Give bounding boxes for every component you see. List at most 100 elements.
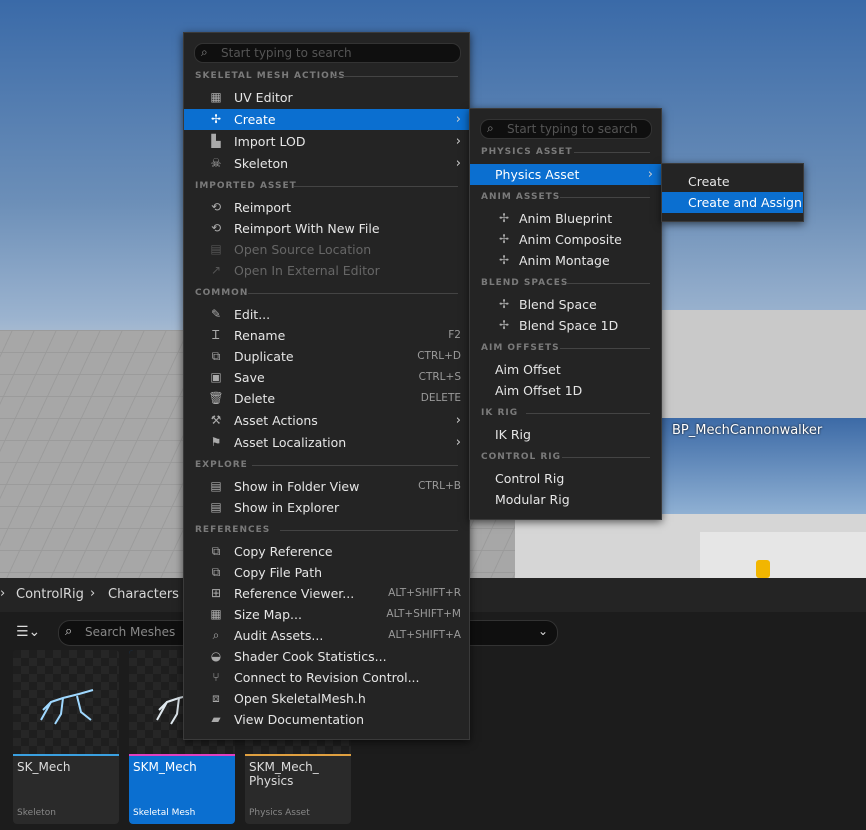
menu-item-save[interactable]: ▣ Save CTRL+S: [184, 367, 469, 388]
shortcut-label: CTRL+D: [417, 350, 461, 362]
menu-item-label: UV Editor: [234, 90, 293, 105]
preview-block: [700, 532, 866, 578]
menu-item-asset-actions[interactable]: ⚒ Asset Actions ›: [184, 410, 469, 431]
shader-icon: ◒: [210, 649, 222, 663]
menu-item-duplicate[interactable]: ⧉ Duplicate CTRL+D: [184, 346, 469, 367]
submenu-item-control-rig[interactable]: Control Rig: [470, 468, 661, 489]
anim-icon: ✢: [498, 253, 510, 267]
menu-item-open-header[interactable]: ⧈ Open SkeletalMesh.h: [184, 688, 469, 709]
menu-item-uv-editor[interactable]: ▦ UV Editor: [184, 87, 469, 108]
chevron-right-icon: ›: [90, 586, 96, 601]
asset-type-bar: [245, 754, 351, 756]
shortcut-label: ALT+SHIFT+M: [386, 608, 461, 620]
menu-item-asset-localization[interactable]: ⚑ Asset Localization ›: [184, 432, 469, 453]
submenu-search-placeholder: Start typing to search: [507, 122, 638, 136]
chevron-right-icon: ›: [455, 413, 461, 428]
menu-item-label: Asset Actions: [234, 413, 318, 428]
menu-item-show-in-folder-view[interactable]: ▤ Show in Folder View CTRL+B: [184, 476, 469, 497]
submenu-item-create[interactable]: Create: [662, 171, 803, 192]
shortcut-label: CTRL+B: [418, 480, 461, 492]
chevron-down-icon[interactable]: ⌄: [538, 624, 548, 638]
menu-item-label: Blend Space 1D: [519, 318, 619, 333]
asset-tile-sk-mech[interactable]: SK_Mech Skeleton: [13, 650, 119, 824]
menu-item-open-external-editor: ↗ Open In External Editor: [184, 260, 469, 281]
preview-object: [756, 560, 770, 578]
submenu-item-physics-asset[interactable]: Physics Asset ›: [470, 164, 661, 185]
menu-item-label: Create: [688, 174, 730, 189]
asset-type-bar: [13, 754, 119, 756]
menu-item-label: Duplicate: [234, 349, 294, 364]
wrench-icon: ⚒: [210, 413, 222, 427]
submenu-item-blend-space-1d[interactable]: ✢ Blend Space 1D: [470, 315, 661, 336]
reimport-icon: ⟲: [210, 200, 222, 214]
filter-icon[interactable]: ☰⌄: [16, 624, 40, 640]
submenu-item-anim-composite[interactable]: ✢ Anim Composite: [470, 229, 661, 250]
search-placeholder: Search Meshes: [85, 625, 176, 639]
menu-item-reimport[interactable]: ⟲ Reimport: [184, 197, 469, 218]
menu-item-label: Create: [234, 112, 276, 127]
submenu-item-ik-rig[interactable]: IK Rig: [470, 424, 661, 445]
menu-item-label: Delete: [234, 391, 276, 406]
menu-item-label: Reference Viewer...: [234, 586, 355, 601]
menu-item-import-lod[interactable]: ▙ Import LOD ›: [184, 131, 469, 152]
menu-item-create[interactable]: ✢ Create ›: [184, 109, 469, 130]
duplicate-icon: ⧉: [211, 349, 221, 363]
mech-icon: [40, 689, 94, 725]
menu-item-label: Copy Reference: [234, 544, 333, 559]
submenu-item-modular-rig[interactable]: Modular Rig: [470, 489, 661, 510]
submenu-item-aim-offset-1d[interactable]: Aim Offset 1D: [470, 380, 661, 401]
code-file-icon: ⧈: [212, 691, 220, 705]
menu-item-label: Open SkeletalMesh.h: [234, 691, 366, 706]
menu-item-rename[interactable]: Ꮖ Rename F2: [184, 325, 469, 346]
submenu-item-anim-blueprint[interactable]: ✢ Anim Blueprint: [470, 208, 661, 229]
section-anim-assets: ANIM ASSETS: [481, 192, 561, 202]
menu-item-copy-reference[interactable]: ⧉ Copy Reference: [184, 541, 469, 562]
menu-item-copy-file-path[interactable]: ⧉ Copy File Path: [184, 562, 469, 583]
create-icon: ✢: [210, 112, 222, 126]
menu-item-show-in-explorer[interactable]: ▤ Show in Explorer: [184, 497, 469, 518]
book-icon: ▰: [211, 712, 221, 726]
menu-item-reference-viewer[interactable]: ⊞ Reference Viewer... ALT+SHIFT+R: [184, 583, 469, 604]
breadcrumb-controlrig[interactable]: ControlRig: [16, 587, 84, 602]
menu-item-label: Skeleton: [234, 156, 289, 171]
create-submenu: ⌕ Start typing to search PHYSICS ASSET P…: [469, 108, 662, 520]
submenu-search-input[interactable]: ⌕ Start typing to search: [480, 119, 652, 139]
asset-type: Skeleton: [17, 808, 56, 818]
menu-item-label: Show in Explorer: [234, 500, 340, 515]
section-explore: EXPLORE: [195, 460, 248, 470]
menu-item-shader-cook-statistics[interactable]: ◒ Shader Cook Statistics...: [184, 646, 469, 667]
submenu-item-aim-offset[interactable]: Aim Offset: [470, 359, 661, 380]
blueprint-preview-title: BP_MechCannonwalker: [672, 423, 823, 438]
menu-item-view-documentation[interactable]: ▰ View Documentation: [184, 709, 469, 730]
skeleton-icon: ☠: [210, 156, 222, 170]
submenu-item-create-and-assign[interactable]: Create and Assign: [662, 192, 803, 213]
menu-item-label: Size Map...: [234, 607, 302, 622]
asset-name: SK_Mech: [17, 760, 71, 774]
menu-item-size-map[interactable]: ▦ Size Map... ALT+SHIFT+M: [184, 604, 469, 625]
menu-item-label: Open Source Location: [234, 242, 372, 257]
menu-item-label: Modular Rig: [495, 492, 570, 507]
menu-item-label: Physics Asset: [495, 167, 580, 182]
copy-icon: ⧉: [211, 544, 221, 558]
shortcut-label: F2: [448, 329, 461, 341]
menu-item-audit-assets[interactable]: ⌕ Audit Assets... ALT+SHIFT+A: [184, 625, 469, 646]
menu-item-label: Shader Cook Statistics...: [234, 649, 387, 664]
menu-item-edit[interactable]: ✎ Edit...: [184, 304, 469, 325]
menu-item-label: Reimport With New File: [234, 221, 380, 236]
submenu-item-anim-montage[interactable]: ✢ Anim Montage: [470, 250, 661, 271]
breadcrumb-characters[interactable]: Characters: [108, 587, 179, 602]
folder-search-icon: ▤: [210, 479, 222, 493]
menu-item-label: Aim Offset: [495, 362, 561, 377]
pencil-icon: ✎: [210, 307, 222, 321]
menu-item-reimport-new-file[interactable]: ⟲ Reimport With New File: [184, 218, 469, 239]
audit-icon: ⌕: [212, 628, 220, 642]
menu-item-label: Audit Assets...: [234, 628, 324, 643]
menu-search-input[interactable]: ⌕ Start typing to search: [194, 43, 461, 63]
menu-item-skeleton[interactable]: ☠ Skeleton ›: [184, 153, 469, 174]
menu-item-open-source-location: ▤ Open Source Location: [184, 239, 469, 260]
menu-item-revision-control[interactable]: ⑂ Connect to Revision Control...: [184, 667, 469, 688]
menu-item-delete[interactable]: 🗑︎ Delete DELETE: [184, 388, 469, 409]
submenu-item-blend-space[interactable]: ✢ Blend Space: [470, 294, 661, 315]
menu-item-label: Anim Montage: [519, 253, 610, 268]
shortcut-label: DELETE: [420, 392, 461, 404]
